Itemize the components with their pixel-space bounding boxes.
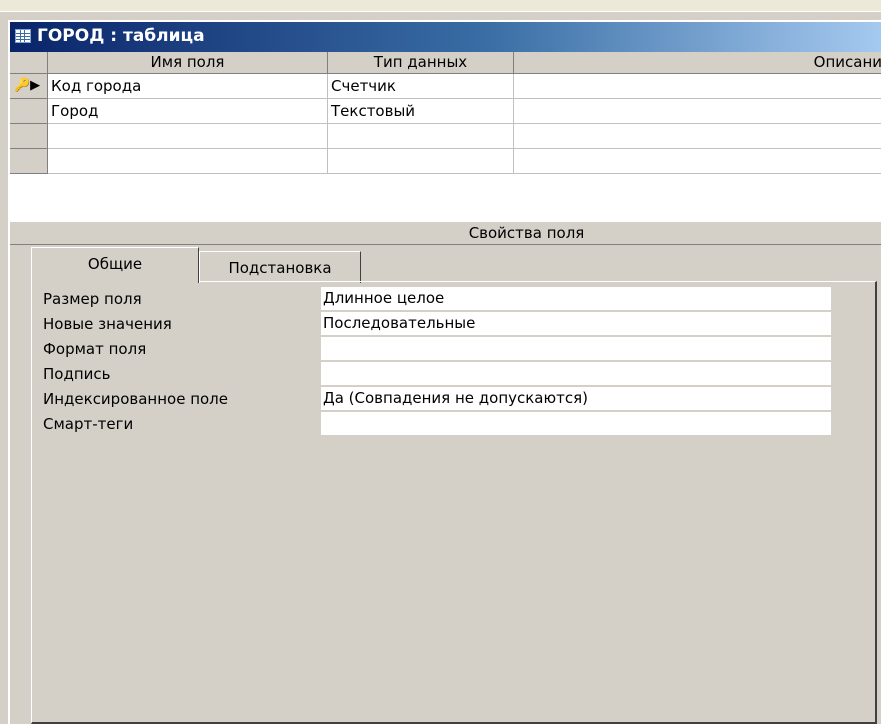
field-name-cell[interactable]: Город: [48, 99, 328, 124]
general-tab-panel: Размер поля Длинное целое Новые значения…: [31, 281, 877, 724]
property-label-field-size: Размер поля: [43, 290, 142, 308]
field-properties-label: Свойства поля: [468, 224, 585, 242]
field-name-cell[interactable]: Код города: [48, 74, 328, 99]
property-value-format[interactable]: [321, 337, 831, 360]
field-grid: Имя поля Тип данных Описани 🔑▶ Код город…: [10, 52, 881, 222]
table-icon: [15, 29, 31, 43]
data-type-cell[interactable]: Текстовый: [328, 99, 514, 124]
data-type-cell[interactable]: [328, 149, 514, 174]
tab-general[interactable]: Общие: [31, 247, 199, 283]
field-properties-caption: Свойства поля: [10, 222, 881, 245]
property-value-new-values[interactable]: Последовательные: [321, 312, 831, 335]
property-label-indexed: Индексированное поле: [43, 390, 229, 408]
table-design-window: ГОРОД : таблица Имя поля Тип данных Опис…: [8, 20, 881, 724]
column-header-description[interactable]: Описани: [514, 52, 881, 74]
title-bar[interactable]: ГОРОД : таблица: [10, 22, 881, 52]
property-value-smart-tags[interactable]: [321, 412, 831, 435]
property-label-new-values: Новые значения: [43, 315, 172, 333]
field-name-cell[interactable]: [48, 149, 328, 174]
description-cell[interactable]: [514, 149, 881, 174]
column-header-data-type[interactable]: Тип данных: [328, 52, 514, 74]
property-value-caption[interactable]: [321, 362, 831, 385]
column-header-field-name[interactable]: Имя поля: [48, 52, 328, 74]
description-cell[interactable]: [514, 99, 881, 124]
row-selector[interactable]: [10, 99, 48, 124]
row-selector[interactable]: [10, 124, 48, 149]
data-type-cell[interactable]: [328, 124, 514, 149]
row-selector[interactable]: [10, 149, 48, 174]
data-type-cell[interactable]: Счетчик: [328, 74, 514, 99]
property-value-indexed[interactable]: Да (Совпадения не допускаются): [321, 387, 831, 410]
property-label-caption: Подпись: [43, 365, 111, 383]
property-label-smart-tags: Смарт-теги: [43, 415, 134, 433]
description-cell[interactable]: [514, 124, 881, 149]
description-cell[interactable]: [514, 74, 881, 99]
row-selector[interactable]: 🔑▶: [10, 74, 48, 99]
field-name-cell[interactable]: [48, 124, 328, 149]
tab-general-label: Общие: [87, 255, 143, 273]
outer-frame: [0, 0, 881, 12]
property-label-format: Формат поля: [43, 340, 147, 358]
tab-lookup-label: Подстановка: [228, 259, 332, 277]
primary-key-icon: 🔑▶: [14, 78, 41, 93]
window-title: ГОРОД : таблица: [37, 26, 205, 46]
grid-corner[interactable]: [10, 52, 48, 74]
property-value-field-size[interactable]: Длинное целое: [321, 287, 831, 310]
tab-lookup[interactable]: Подстановка: [199, 251, 361, 283]
